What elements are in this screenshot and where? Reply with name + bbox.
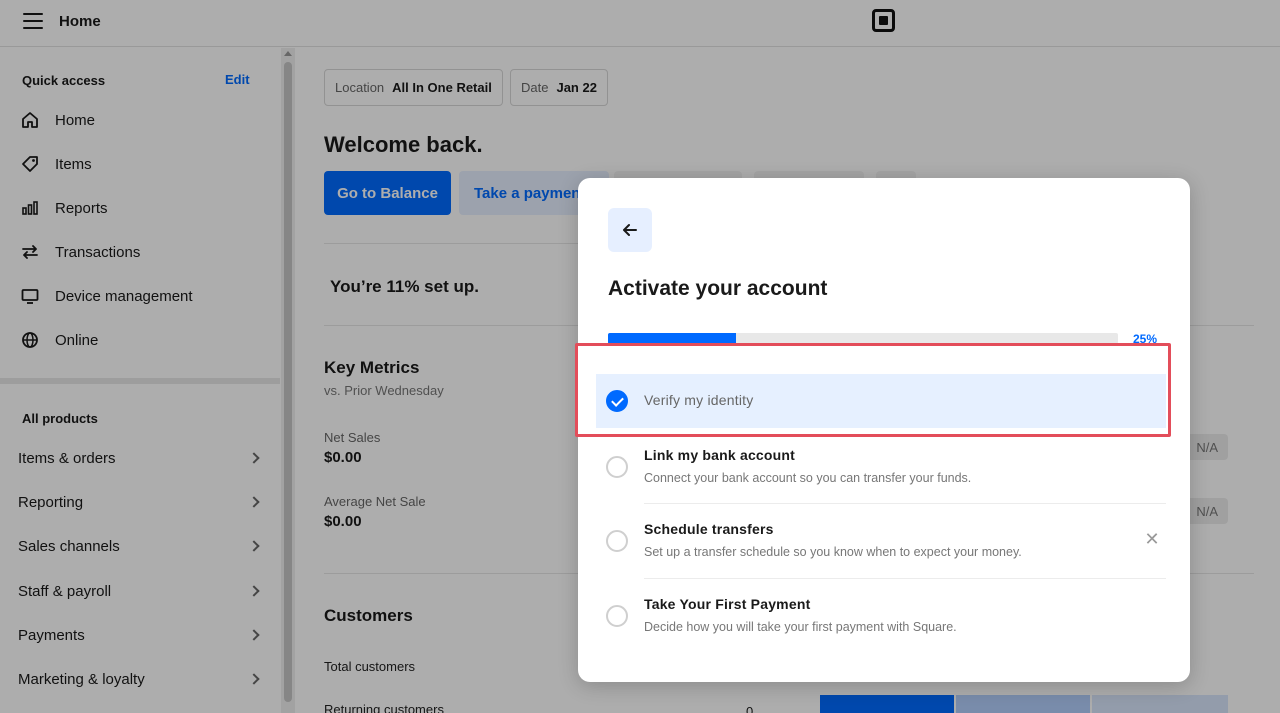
arrow-left-icon [623, 224, 637, 236]
divider [644, 578, 1166, 579]
close-icon[interactable]: ✕ [1144, 530, 1160, 548]
step-schedule-transfers[interactable]: Schedule transfers Set up a transfer sch… [596, 514, 1166, 574]
empty-circle-icon [606, 605, 628, 627]
step-description: Set up a transfer schedule so you know w… [644, 545, 1022, 559]
step-description: Decide how you will take your first paym… [644, 620, 957, 634]
step-title: Take Your First Payment [644, 596, 811, 612]
step-title: Link my bank account [644, 447, 796, 463]
step-link-bank-account[interactable]: Link my bank account Connect your bank a… [596, 440, 1166, 500]
empty-circle-icon [606, 530, 628, 552]
divider [644, 503, 1166, 504]
modal-title: Activate your account [608, 277, 828, 300]
step-title: Schedule transfers [644, 521, 774, 537]
back-button[interactable] [608, 208, 652, 252]
empty-circle-icon [606, 456, 628, 478]
step-take-first-payment[interactable]: Take Your First Payment Decide how you w… [596, 589, 1166, 649]
step-description: Connect your bank account so you can tra… [644, 471, 972, 485]
highlight-annotation [575, 343, 1171, 437]
